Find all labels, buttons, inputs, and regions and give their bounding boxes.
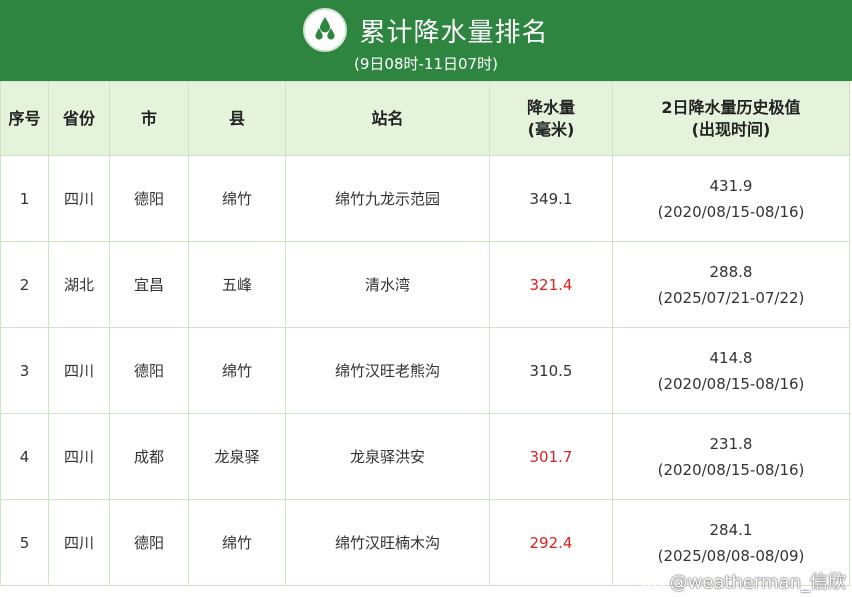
table-row: 2 湖北 宜昌 五峰 清水湾 321.4 288.8 (2025/07/21-0… bbox=[0, 241, 850, 328]
cell-county: 龙泉驿 bbox=[188, 413, 286, 500]
cell-station: 绵竹汉旺老熊沟 bbox=[285, 327, 490, 414]
cell-rank: 5 bbox=[0, 499, 49, 586]
table-row: 1 四川 德阳 绵竹 绵竹九龙示范园 349.1 431.9 (2020/08/… bbox=[0, 155, 850, 242]
record-value: 231.8 bbox=[709, 434, 753, 453]
cell-city: 德阳 bbox=[109, 499, 189, 586]
cell-city: 德阳 bbox=[109, 155, 189, 242]
watermark-text: @weatherman_信欣 bbox=[669, 572, 846, 593]
cell-record: 431.9 (2020/08/15-08/16) bbox=[612, 155, 850, 242]
cell-precip: 321.4 bbox=[489, 241, 613, 328]
cell-province: 四川 bbox=[48, 413, 110, 500]
cell-precip: 301.7 bbox=[489, 413, 613, 500]
title-banner: 累计降水量排名 (9日08时-11日07时) bbox=[0, 0, 852, 81]
cell-province: 四川 bbox=[48, 155, 110, 242]
cell-record: 414.8 (2020/08/15-08/16) bbox=[612, 327, 850, 414]
title-row: 累计降水量排名 bbox=[0, 8, 852, 52]
table-row: 4 四川 成都 龙泉驿 龙泉驿洪安 301.7 231.8 (2020/08/1… bbox=[0, 413, 850, 500]
cell-province: 湖北 bbox=[48, 241, 110, 328]
col-header-station: 站名 bbox=[285, 81, 490, 156]
cell-rank: 3 bbox=[0, 327, 49, 414]
col-header-county: 县 bbox=[188, 81, 286, 156]
cell-station: 清水湾 bbox=[285, 241, 490, 328]
record-date: (2025/07/21-07/22) bbox=[657, 288, 805, 307]
ranking-table: 序号 省份 市 县 站名 降水量 (毫米) 2日降水量历史极值 (出现时间) 1… bbox=[0, 81, 850, 586]
cell-station: 绵竹汉旺楠木沟 bbox=[285, 499, 490, 586]
cell-city: 成都 bbox=[109, 413, 189, 500]
cell-station: 龙泉驿洪安 bbox=[285, 413, 490, 500]
record-date: (2020/08/15-08/16) bbox=[657, 460, 805, 479]
record-value: 431.9 bbox=[709, 176, 753, 195]
col-header-record-label: 2日降水量历史极值 bbox=[661, 97, 801, 117]
record-value: 414.8 bbox=[709, 348, 753, 367]
cell-county: 绵竹 bbox=[188, 327, 286, 414]
cell-record: 288.8 (2025/07/21-07/22) bbox=[612, 241, 850, 328]
header-row: 序号 省份 市 县 站名 降水量 (毫米) 2日降水量历史极值 (出现时间) bbox=[0, 81, 850, 156]
col-header-precip-unit: (毫米) bbox=[527, 119, 575, 139]
col-header-precip: 降水量 (毫米) bbox=[489, 81, 613, 156]
col-header-precip-label: 降水量 bbox=[526, 97, 575, 117]
cell-county: 五峰 bbox=[188, 241, 286, 328]
cell-county: 绵竹 bbox=[188, 499, 286, 586]
page-title: 累计降水量排名 bbox=[359, 17, 549, 48]
table-header: 序号 省份 市 县 站名 降水量 (毫米) 2日降水量历史极值 (出现时间) bbox=[0, 81, 850, 156]
weibo-watermark: @weatherman_信欣 bbox=[642, 568, 846, 594]
col-header-record: 2日降水量历史极值 (出现时间) bbox=[612, 81, 850, 156]
cell-city: 德阳 bbox=[109, 327, 189, 414]
record-value: 288.8 bbox=[709, 262, 753, 281]
cell-precip: 292.4 bbox=[489, 499, 613, 586]
raindrops-icon bbox=[303, 8, 348, 52]
col-header-city: 市 bbox=[109, 81, 189, 156]
record-date: (2025/08/08-08/09) bbox=[657, 546, 805, 565]
record-date: (2020/08/15-08/16) bbox=[657, 374, 805, 393]
cell-precip: 310.5 bbox=[489, 327, 613, 414]
record-value: 284.1 bbox=[709, 520, 753, 539]
cell-county: 绵竹 bbox=[188, 155, 286, 242]
table-body: 1 四川 德阳 绵竹 绵竹九龙示范园 349.1 431.9 (2020/08/… bbox=[0, 155, 850, 586]
col-header-province: 省份 bbox=[48, 81, 110, 156]
cell-precip: 349.1 bbox=[489, 155, 613, 242]
cell-province: 四川 bbox=[48, 499, 110, 586]
cell-rank: 4 bbox=[0, 413, 49, 500]
cell-province: 四川 bbox=[48, 327, 110, 414]
cell-rank: 2 bbox=[0, 241, 49, 328]
record-date: (2020/08/15-08/16) bbox=[657, 202, 805, 221]
table-row: 3 四川 德阳 绵竹 绵竹汉旺老熊沟 310.5 414.8 (2020/08/… bbox=[0, 327, 850, 414]
col-header-record-sub: (出现时间) bbox=[691, 119, 771, 139]
col-header-rank: 序号 bbox=[0, 81, 49, 156]
weibo-icon bbox=[642, 573, 666, 592]
time-range-subtitle: (9日08时-11日07时) bbox=[354, 55, 498, 73]
cell-record: 231.8 (2020/08/15-08/16) bbox=[612, 413, 850, 500]
cell-station: 绵竹九龙示范园 bbox=[285, 155, 490, 242]
cell-city: 宜昌 bbox=[109, 241, 189, 328]
cell-rank: 1 bbox=[0, 155, 49, 242]
